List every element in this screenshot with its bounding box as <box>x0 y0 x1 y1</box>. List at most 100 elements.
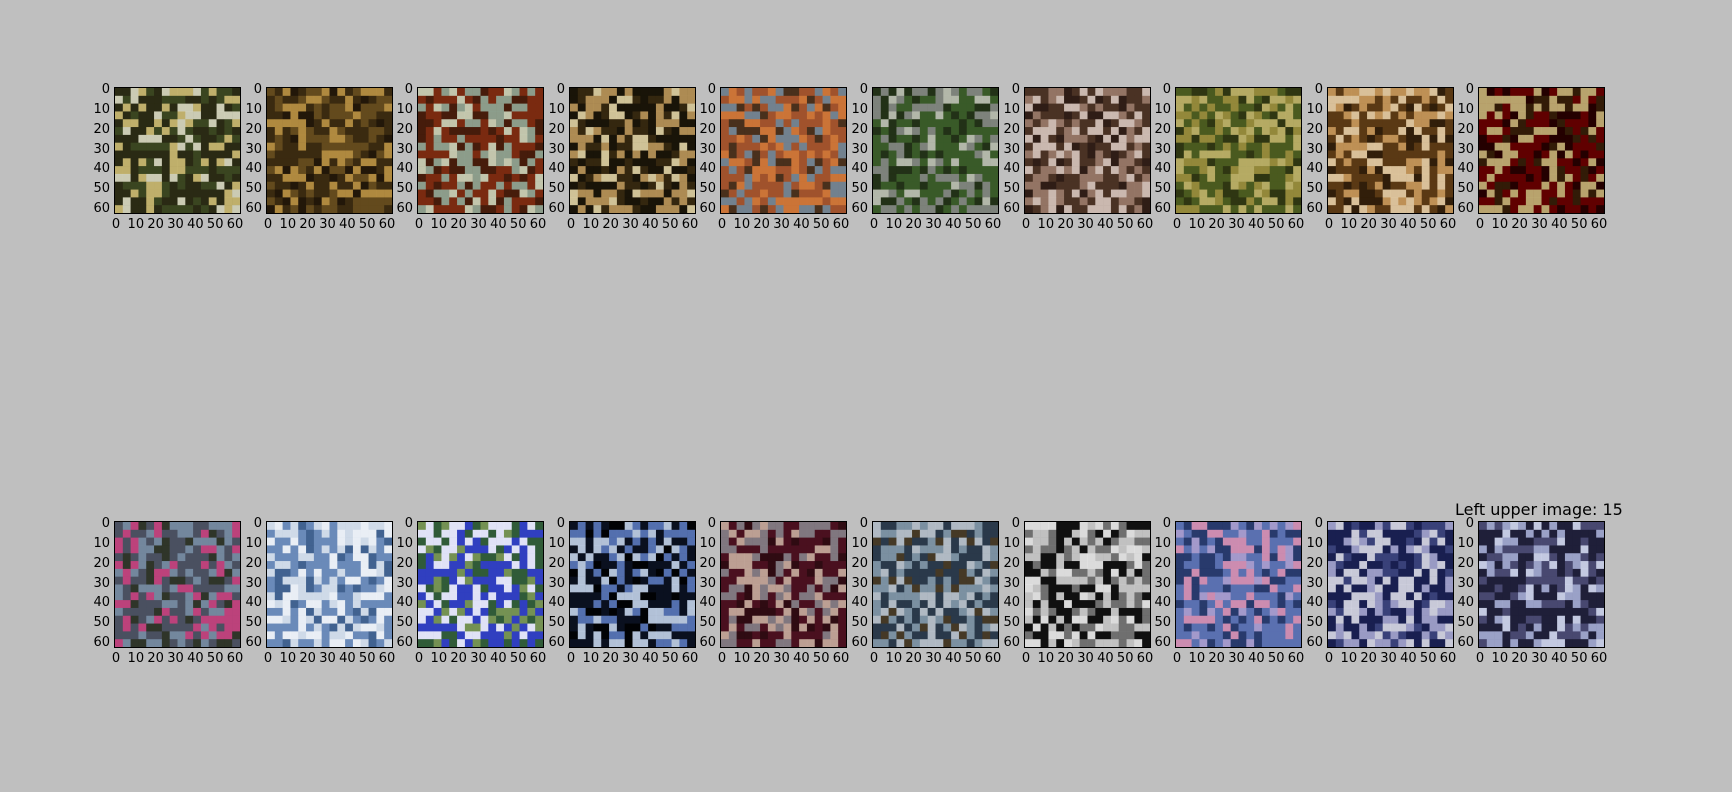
y-tick-label: 40 <box>1457 161 1474 177</box>
x-tick-label: 40 <box>1097 217 1114 232</box>
y-tick-label: 10 <box>851 101 868 117</box>
y-tick-label: 60 <box>245 201 262 217</box>
x-tick-label: 0 <box>566 217 576 232</box>
y-tick-label: 0 <box>859 515 868 531</box>
x-tick-label: 10 <box>1491 217 1509 232</box>
x-tick-label: 60 <box>378 651 396 666</box>
x-tick-label: 10 <box>279 651 297 666</box>
y-tick-label: 50 <box>851 181 868 197</box>
x-tick-label: 10 <box>733 217 751 232</box>
y-tick-label: 20 <box>851 121 868 137</box>
x-tick-label: 0 <box>1021 651 1031 666</box>
y-tick-label: 10 <box>1154 101 1171 117</box>
x-tick-label: 50 <box>812 651 830 666</box>
y-tick-label: 10 <box>396 535 413 551</box>
x-tick-label: 10 <box>582 217 600 232</box>
image-panel-cemetery-stones <box>872 87 999 214</box>
x-tick-label: 0 <box>1172 651 1182 666</box>
y-tick-label: 10 <box>1457 101 1474 117</box>
x-tick-label: 10 <box>885 651 903 666</box>
x-tick-label: 50 <box>206 651 224 666</box>
y-tick-label: 50 <box>93 615 110 631</box>
y-tick-label: 0 <box>253 515 262 531</box>
x-tick-label: 40 <box>490 651 507 666</box>
x-tick-label: 30 <box>773 217 790 232</box>
x-tick-label: 50 <box>1419 217 1437 232</box>
x-tick-label: 40 <box>1551 217 1568 232</box>
x-tick-label: 60 <box>529 217 547 232</box>
x-tick-label: 10 <box>582 651 600 666</box>
x-tick-label: 0 <box>111 217 121 232</box>
y-tick-label: 10 <box>699 535 716 551</box>
y-tick-label: 10 <box>548 535 565 551</box>
x-tick-label: 30 <box>319 217 336 232</box>
y-tick-label: 60 <box>1306 635 1323 651</box>
image-panel-lake-silhouette-tree <box>569 521 696 648</box>
x-tick-label: 0 <box>566 651 576 666</box>
x-tick-label: 30 <box>1531 217 1548 232</box>
image-panel-pink-sunset-lake <box>1175 521 1302 648</box>
y-tick-label: 20 <box>1003 555 1020 571</box>
x-tick-label: 20 <box>905 651 922 666</box>
y-tick-label: 50 <box>396 615 413 631</box>
x-tick-label: 40 <box>187 217 204 232</box>
y-tick-label: 20 <box>1457 121 1474 137</box>
y-tick-label: 30 <box>1003 575 1020 591</box>
x-tick-label: 30 <box>622 217 639 232</box>
x-tick-label: 50 <box>358 651 376 666</box>
y-tick-label: 0 <box>1314 515 1323 531</box>
x-tick-label: 20 <box>147 217 164 232</box>
x-tick-label: 10 <box>430 217 448 232</box>
y-tick-label: 10 <box>245 101 262 117</box>
x-tick-label: 10 <box>733 651 751 666</box>
y-tick-label: 20 <box>851 555 868 571</box>
x-tick-label: 40 <box>642 651 659 666</box>
x-tick-label: 0 <box>869 217 879 232</box>
y-tick-label: 50 <box>1003 615 1020 631</box>
x-tick-label: 20 <box>1057 217 1074 232</box>
x-tick-label: 40 <box>490 217 507 232</box>
x-tick-label: 40 <box>793 217 810 232</box>
image-panel-green-frog <box>417 87 544 214</box>
x-tick-label: 50 <box>964 217 982 232</box>
y-tick-label: 40 <box>396 595 413 611</box>
x-tick-label: 20 <box>1360 217 1377 232</box>
y-tick-label: 20 <box>396 555 413 571</box>
y-tick-label: 20 <box>396 121 413 137</box>
x-tick-label: 30 <box>1077 651 1094 666</box>
x-tick-label: 30 <box>319 651 336 666</box>
x-tick-label: 60 <box>1590 651 1608 666</box>
y-tick-label: 20 <box>699 121 716 137</box>
x-tick-label: 0 <box>869 651 879 666</box>
y-tick-label: 20 <box>1154 121 1171 137</box>
y-tick-label: 0 <box>404 81 413 97</box>
x-tick-label: 60 <box>832 217 850 232</box>
y-tick-label: 50 <box>851 615 868 631</box>
y-tick-label: 40 <box>1457 595 1474 611</box>
x-tick-label: 60 <box>1439 217 1457 232</box>
y-tick-label: 50 <box>1457 615 1474 631</box>
y-tick-label: 10 <box>1457 535 1474 551</box>
y-tick-label: 60 <box>1154 201 1171 217</box>
x-tick-label: 20 <box>450 651 467 666</box>
x-tick-label: 30 <box>1077 217 1094 232</box>
y-tick-label: 40 <box>1306 161 1323 177</box>
x-tick-label: 60 <box>984 217 1002 232</box>
y-tick-label: 30 <box>548 575 565 591</box>
y-tick-label: 10 <box>93 535 110 551</box>
image-panel-black-white-drape <box>1024 521 1151 648</box>
x-tick-label: 60 <box>1287 217 1305 232</box>
image-panel-water-lily <box>114 521 241 648</box>
y-tick-label: 0 <box>1314 81 1323 97</box>
y-tick-label: 20 <box>245 555 262 571</box>
x-tick-label: 20 <box>1208 651 1225 666</box>
x-tick-label: 60 <box>1439 651 1457 666</box>
y-tick-label: 20 <box>1154 555 1171 571</box>
x-tick-label: 20 <box>602 217 619 232</box>
x-tick-label: 30 <box>925 217 942 232</box>
y-tick-label: 50 <box>93 181 110 197</box>
x-tick-label: 10 <box>279 217 297 232</box>
y-tick-label: 0 <box>1011 515 1020 531</box>
x-tick-label: 30 <box>1380 651 1397 666</box>
y-tick-label: 60 <box>851 201 868 217</box>
